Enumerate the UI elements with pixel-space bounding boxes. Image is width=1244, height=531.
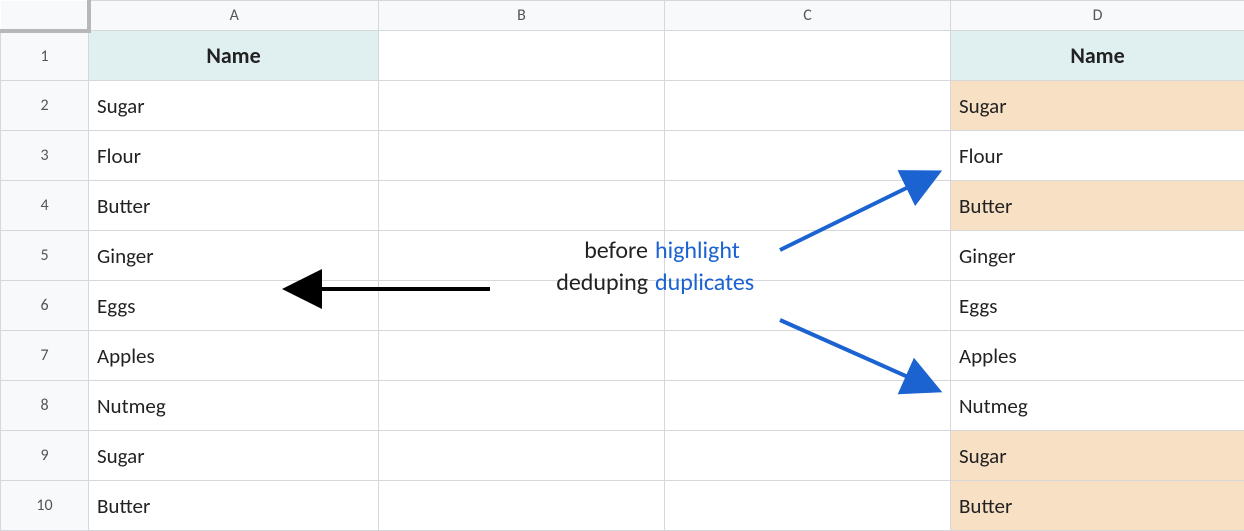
- cell-b5[interactable]: [379, 231, 665, 281]
- cell-a7[interactable]: Apples: [89, 331, 379, 381]
- cell-d10[interactable]: Butter: [951, 481, 1244, 531]
- cell-d5[interactable]: Ginger: [951, 231, 1244, 281]
- cell-b4[interactable]: [379, 181, 665, 231]
- cell-c10[interactable]: [665, 481, 951, 531]
- row-header-9[interactable]: 9: [1, 431, 89, 481]
- cell-d6[interactable]: Eggs: [951, 281, 1244, 331]
- row-header-7[interactable]: 7: [1, 331, 89, 381]
- cell-d9[interactable]: Sugar: [951, 431, 1244, 481]
- cell-a9[interactable]: Sugar: [89, 431, 379, 481]
- cell-b1[interactable]: [379, 31, 665, 81]
- cell-c2[interactable]: [665, 81, 951, 131]
- row-header-4[interactable]: 4: [1, 181, 89, 231]
- cell-d3[interactable]: Flour: [951, 131, 1244, 181]
- col-header-b[interactable]: B: [379, 1, 665, 31]
- cell-c7[interactable]: [665, 331, 951, 381]
- cell-c8[interactable]: [665, 381, 951, 431]
- cell-a3[interactable]: Flour: [89, 131, 379, 181]
- cell-b3[interactable]: [379, 131, 665, 181]
- cell-d4[interactable]: Butter: [951, 181, 1244, 231]
- row-header-2[interactable]: 2: [1, 81, 89, 131]
- row-header-1[interactable]: 1: [1, 31, 89, 81]
- cell-c1[interactable]: [665, 31, 951, 81]
- spreadsheet-grid[interactable]: A B C D 1 Name Name 2 Sugar Sugar 3 Flou…: [0, 0, 1244, 531]
- cell-d1[interactable]: Name: [951, 31, 1244, 81]
- row-header-5[interactable]: 5: [1, 231, 89, 281]
- cell-d7[interactable]: Apples: [951, 331, 1244, 381]
- sheet-corner[interactable]: [1, 1, 89, 31]
- col-header-d[interactable]: D: [951, 1, 1244, 31]
- cell-b7[interactable]: [379, 331, 665, 381]
- cell-c3[interactable]: [665, 131, 951, 181]
- cell-c9[interactable]: [665, 431, 951, 481]
- cell-a8[interactable]: Nutmeg: [89, 381, 379, 431]
- col-header-a[interactable]: A: [89, 1, 379, 31]
- cell-c4[interactable]: [665, 181, 951, 231]
- cell-a4[interactable]: Butter: [89, 181, 379, 231]
- cell-a5[interactable]: Ginger: [89, 231, 379, 281]
- cell-b8[interactable]: [379, 381, 665, 431]
- cell-a1[interactable]: Name: [89, 31, 379, 81]
- cell-b6[interactable]: [379, 281, 665, 331]
- cell-b9[interactable]: [379, 431, 665, 481]
- cell-a6[interactable]: Eggs: [89, 281, 379, 331]
- row-header-6[interactable]: 6: [1, 281, 89, 331]
- cell-c6[interactable]: [665, 281, 951, 331]
- cell-d8[interactable]: Nutmeg: [951, 381, 1244, 431]
- cell-b2[interactable]: [379, 81, 665, 131]
- row-header-10[interactable]: 10: [1, 481, 89, 531]
- cell-a2[interactable]: Sugar: [89, 81, 379, 131]
- row-header-8[interactable]: 8: [1, 381, 89, 431]
- col-header-c[interactable]: C: [665, 1, 951, 31]
- cell-a10[interactable]: Butter: [89, 481, 379, 531]
- row-header-3[interactable]: 3: [1, 131, 89, 181]
- cell-c5[interactable]: [665, 231, 951, 281]
- cell-b10[interactable]: [379, 481, 665, 531]
- cell-d2[interactable]: Sugar: [951, 81, 1244, 131]
